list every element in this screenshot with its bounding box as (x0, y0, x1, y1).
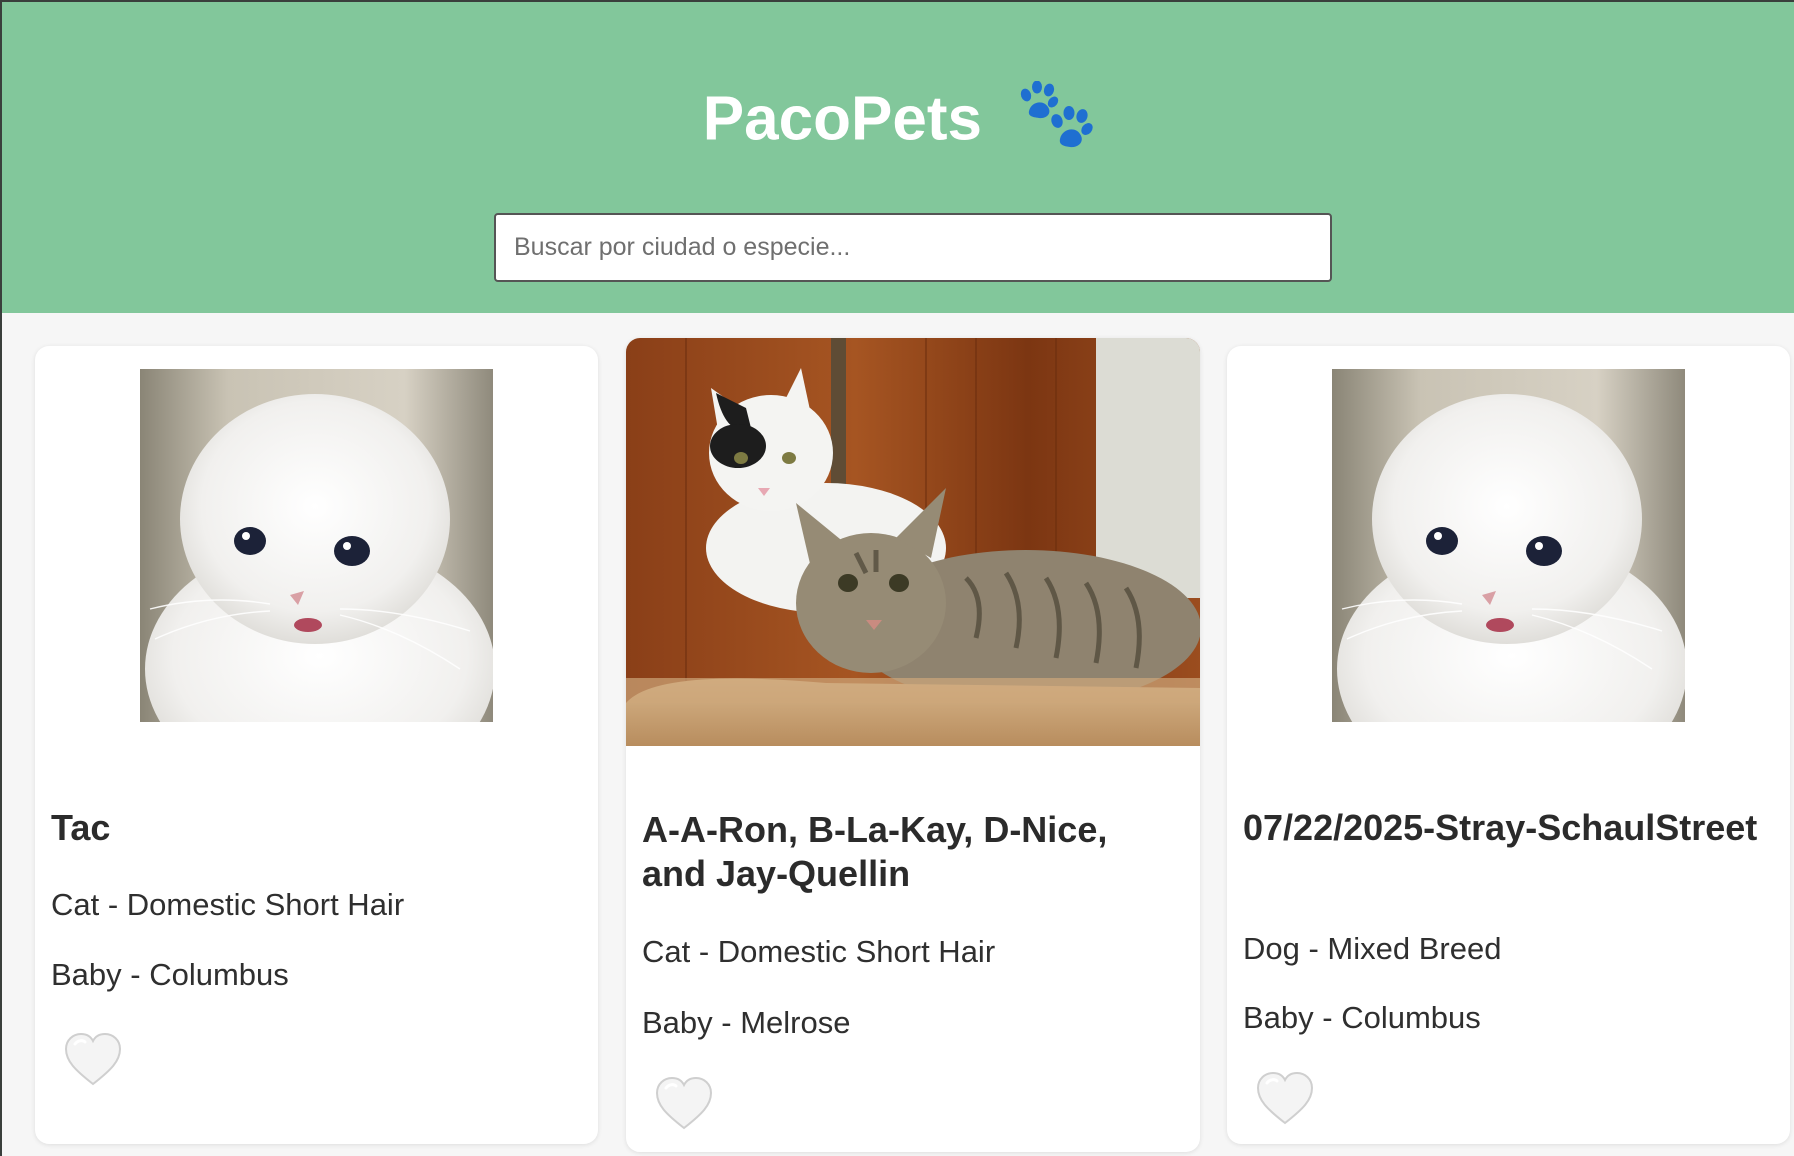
favorite-button[interactable] (652, 1072, 716, 1136)
favorite-button[interactable] (1253, 1067, 1317, 1131)
site-title: PacoPets (2, 80, 1794, 156)
pet-name: Tac (51, 807, 111, 848)
heart-icon (1256, 1071, 1314, 1125)
favorite-button[interactable] (61, 1028, 125, 1092)
pet-card[interactable]: 07/22/2025-Stray-SchaulStreet Dog - Mixe… (1227, 346, 1790, 1144)
pet-card[interactable]: Tac Cat - Domestic Short Hair Baby - Col… (35, 346, 598, 1144)
paw-icon (1017, 80, 1095, 151)
pet-age-location: Baby - Melrose (642, 1005, 851, 1040)
site-header: PacoPets (2, 0, 1794, 313)
pet-name: A-A-Ron, B-La-Kay, D-Nice, and Jay-Quell… (642, 809, 1108, 894)
heart-icon (64, 1032, 122, 1086)
pet-species: Cat - Domestic Short Hair (51, 887, 405, 922)
search-bar (494, 213, 1332, 282)
heart-icon (655, 1076, 713, 1130)
pet-age-location: Baby - Columbus (51, 957, 289, 992)
pet-photo (1332, 369, 1685, 722)
pet-name: 07/22/2025-Stray-SchaulStreet (1243, 807, 1758, 848)
brand-name: PacoPets (702, 84, 982, 154)
page: PacoPets Buscar por ciudad o especie... … (0, 0, 1794, 1156)
pet-card[interactable]: A-A-Ron, B-La-Kay, D-Nice, and Jay-Quell… (626, 338, 1200, 1152)
pet-species: Dog - Mixed Breed (1243, 931, 1502, 966)
pet-species: Cat - Domestic Short Hair (642, 934, 996, 969)
pet-photo (140, 369, 493, 722)
search-input[interactable] (494, 213, 1332, 282)
pet-photo (626, 338, 1200, 746)
pet-age-location: Baby - Columbus (1243, 1000, 1481, 1035)
